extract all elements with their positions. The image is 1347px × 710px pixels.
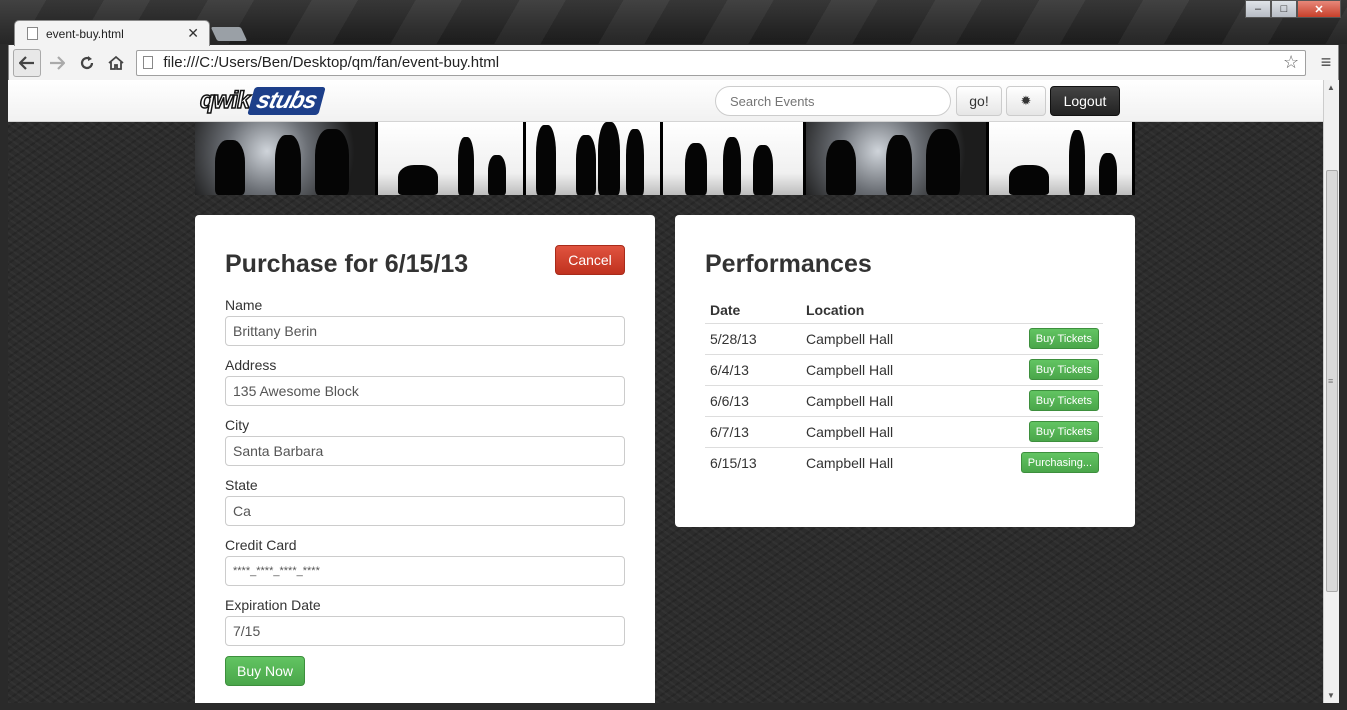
performances-title: Performances [705,250,872,278]
new-tab-button[interactable] [210,27,248,41]
logout-button[interactable]: Logout [1050,86,1120,116]
table-row: 6/4/13 Campbell Hall Buy Tickets [705,353,1103,385]
city-input[interactable] [225,436,625,466]
city-label: City [225,417,250,433]
row-date: 6/7/13 [705,415,801,447]
page-icon [143,56,154,69]
performances-table: Date Location 5/28/13 Campbell Hall Buy … [705,298,1103,478]
buy-tickets-button[interactable]: Buy Tickets [1028,359,1099,380]
purchasing-button[interactable]: Purchasing... [1020,452,1099,474]
url-text: file:///C:/Users/Ben/Desktop/qm/fan/even… [163,54,500,71]
expiration-date-field: Expiration Date [225,597,625,646]
band-photo [195,122,375,195]
bookmark-star-icon[interactable]: ☆ [1283,52,1299,73]
address-input[interactable] [225,376,625,406]
browser-toolbar: file:///C:/Users/Ben/Desktop/qm/fan/even… [8,45,1339,80]
tab-close-icon[interactable]: ✕ [187,25,199,42]
city-field: City [225,417,625,466]
document-icon [27,27,38,40]
table-row: 5/28/13 Campbell Hall Buy Tickets [705,322,1103,354]
row-location: Campbell Hall [801,384,957,416]
buy-tickets-button[interactable]: Buy Tickets [1028,421,1099,442]
band-photo [989,122,1132,195]
credit-card-input[interactable] [225,556,625,586]
logo-text-qwik: qwik [199,86,251,115]
band-photo [526,122,660,195]
table-header-row: Date Location [705,298,1103,323]
address-bar[interactable]: file:///C:/Users/Ben/Desktop/qm/fan/even… [136,49,1307,76]
date-column-header: Date [710,302,741,319]
row-location: Campbell Hall [801,322,957,354]
buy-tickets-button[interactable]: Buy Tickets [1028,390,1099,411]
logo-text-stubs: stubs [247,87,327,115]
row-date: 6/6/13 [705,384,801,416]
tab-title: event-buy.html [46,26,124,41]
search-input[interactable] [715,86,951,116]
credit-card-field: Credit Card [225,537,625,586]
back-arrow-icon[interactable] [13,48,41,77]
close-window-button[interactable]: ✕ [1297,0,1341,18]
go-button[interactable]: go! [956,86,1002,116]
menu-icon[interactable]: ≡ [1314,52,1338,73]
name-input[interactable] [225,316,625,346]
table-row: 6/15/13 Campbell Hall Purchasing... [705,446,1103,478]
state-input[interactable] [225,496,625,526]
purchase-title: Purchase for 6/15/13 [225,250,469,278]
band-photo [378,122,523,195]
maximize-button[interactable]: □ [1271,0,1297,18]
row-location: Campbell Hall [801,446,957,478]
row-date: 6/15/13 [705,446,801,478]
window-controls: ‒ □ ✕ [1245,0,1341,18]
buy-tickets-button[interactable]: Buy Tickets [1028,328,1099,349]
expiration-date-input[interactable] [225,616,625,646]
minimize-button[interactable]: ‒ [1245,0,1271,18]
row-location: Campbell Hall [801,415,957,447]
address-label: Address [225,357,277,373]
gear-icon[interactable]: ✹ [1006,86,1046,116]
row-location: Campbell Hall [801,353,957,385]
state-label: State [225,477,258,493]
page-viewport: qwik stubs go! ✹ Logout [8,80,1323,703]
cancel-button[interactable]: Cancel [555,245,625,275]
scroll-up-arrow-icon[interactable]: ▲ [1327,83,1335,92]
vertical-scrollbar[interactable]: ▲ ≡ ▼ [1323,80,1339,703]
band-photo [663,122,803,195]
row-date: 6/4/13 [705,353,801,385]
forward-arrow-icon[interactable] [43,49,71,77]
site-navbar: qwik stubs go! ✹ Logout [8,80,1323,122]
buy-now-button[interactable]: Buy Now [225,656,305,686]
purchase-card: Purchase for 6/15/13 Cancel Name Address… [195,215,655,703]
performances-card: Performances Date Location 5/28/13 Campb… [675,215,1135,527]
action-column-header [956,298,1103,323]
band-photo [806,122,986,195]
browser-tab[interactable]: event-buy.html ✕ [14,20,210,46]
credit-card-label: Credit Card [225,537,297,553]
home-icon[interactable] [103,49,131,77]
address-field: Address [225,357,625,406]
reload-icon[interactable] [73,49,101,77]
state-field: State [225,477,625,526]
expiration-date-label: Expiration Date [225,597,321,613]
name-field: Name [225,297,625,346]
table-row: 6/7/13 Campbell Hall Buy Tickets [705,415,1103,447]
row-date: 5/28/13 [705,322,801,354]
name-label: Name [225,297,263,313]
scrollbar-grip-icon: ≡ [1328,376,1334,386]
qwikstubs-logo[interactable]: qwik stubs [199,86,327,116]
band-photo-banner [195,122,1135,195]
scroll-down-arrow-icon[interactable]: ▼ [1327,691,1335,700]
table-row: 6/6/13 Campbell Hall Buy Tickets [705,384,1103,416]
location-column-header: Location [806,302,865,319]
